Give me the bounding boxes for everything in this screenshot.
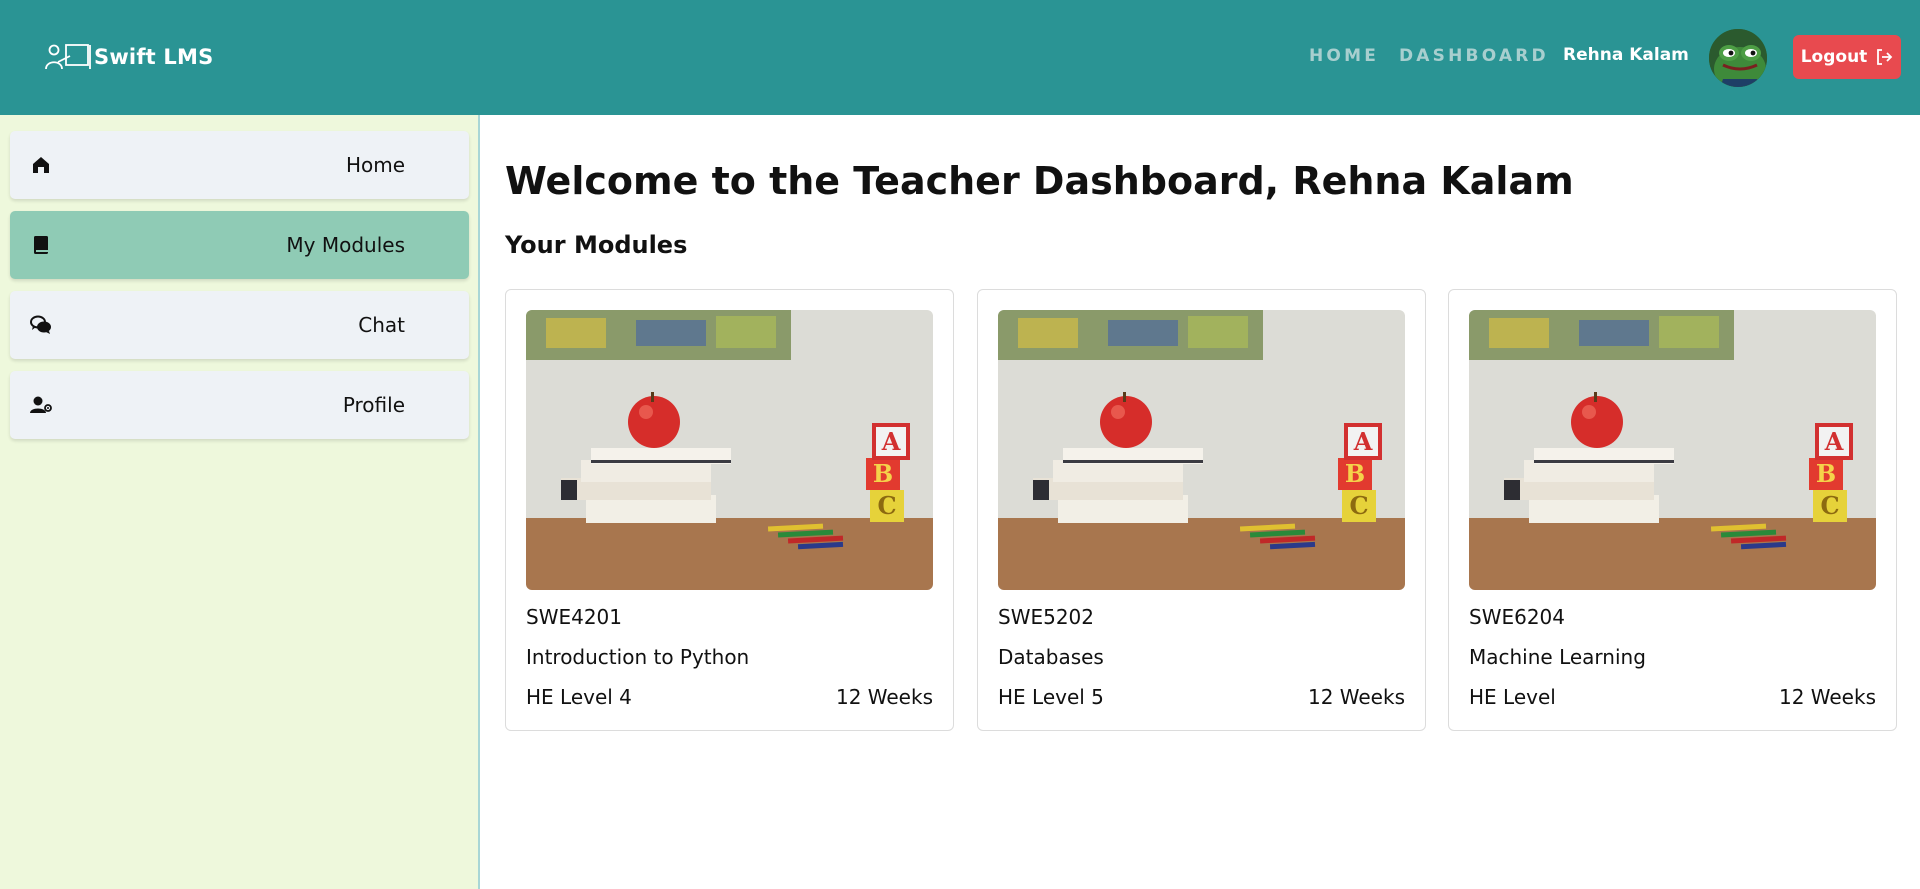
svg-text:A: A [1824, 427, 1844, 456]
svg-text:C: C [1820, 491, 1839, 520]
user-gear-icon [30, 396, 52, 413]
logout-button[interactable]: Logout [1793, 35, 1901, 79]
module-code: SWE4201 [526, 605, 623, 629]
svg-text:C: C [1349, 491, 1368, 520]
module-duration: 12 Weeks [1778, 685, 1876, 709]
nav-dashboard-link[interactable]: DASHBOARD [1399, 46, 1549, 66]
nav-home-link[interactable]: HOME [1309, 46, 1379, 66]
svg-text:A: A [881, 427, 901, 456]
module-card[interactable]: B A C SWE6204 Machine Learning HE Level … [1448, 289, 1897, 731]
sidebar-item-home[interactable]: Home [10, 131, 469, 199]
avatar[interactable] [1707, 27, 1769, 89]
svg-text:B: B [1345, 459, 1365, 488]
apple-books-image: B A C [1469, 310, 1876, 590]
svg-text:A: A [1353, 427, 1373, 456]
home-icon [33, 157, 49, 173]
svg-text:C: C [877, 491, 896, 520]
frog-avatar-icon [1709, 29, 1767, 87]
module-level: HE Level 4 [526, 685, 632, 709]
apple-books-image: B A C [526, 310, 933, 590]
section-title: Your Modules [505, 231, 688, 259]
sidebar-item-chat[interactable]: Chat [10, 291, 469, 359]
svg-text:B: B [873, 459, 893, 488]
module-level: HE Level [1469, 685, 1556, 709]
sidebar-item-label: My Modules [286, 233, 405, 257]
sidebar: Home My Modules Chat Profile [0, 115, 480, 889]
sidebar-item-label: Profile [342, 393, 405, 417]
book-icon [34, 236, 48, 254]
svg-text:B: B [1816, 459, 1836, 488]
sidebar-item-label: Chat [358, 313, 405, 337]
sidebar-item-profile[interactable]: Profile [10, 371, 469, 439]
module-code: SWE6204 [1469, 605, 1566, 629]
logout-label: Logout [1800, 47, 1868, 67]
logout-icon [1877, 49, 1893, 65]
user-name: Rehna Kalam [1563, 45, 1689, 65]
module-duration: 12 Weeks [1307, 685, 1405, 709]
module-duration: 12 Weeks [835, 685, 933, 709]
module-image: B A C [526, 310, 933, 590]
teacher-board-icon [45, 44, 91, 70]
module-card[interactable]: B A C SWE5202 Databases HE Level 5 12 We… [977, 289, 1426, 731]
module-name: Databases [998, 645, 1104, 669]
brand-logo[interactable]: Swift LMS [44, 42, 213, 72]
module-image: B A C [1469, 310, 1876, 590]
module-card[interactable]: B A C SWE4201 Introduction to Python HE … [505, 289, 954, 731]
module-image: B A C [998, 310, 1405, 590]
chat-icon [30, 315, 51, 334]
top-navbar: Swift LMS HOME DASHBOARD Rehna Kalam Log… [0, 0, 1920, 115]
module-name: Machine Learning [1469, 645, 1646, 669]
sidebar-item-label: Home [345, 153, 405, 177]
apple-books-image: B A C [998, 310, 1405, 590]
module-level: HE Level 5 [998, 685, 1104, 709]
module-name: Introduction to Python [526, 645, 750, 669]
module-code: SWE5202 [998, 605, 1095, 629]
sidebar-item-my-modules[interactable]: My Modules [10, 211, 469, 279]
brand-name: Swift LMS [94, 45, 214, 69]
page-title: Welcome to the Teacher Dashboard, Rehna … [505, 159, 1574, 203]
